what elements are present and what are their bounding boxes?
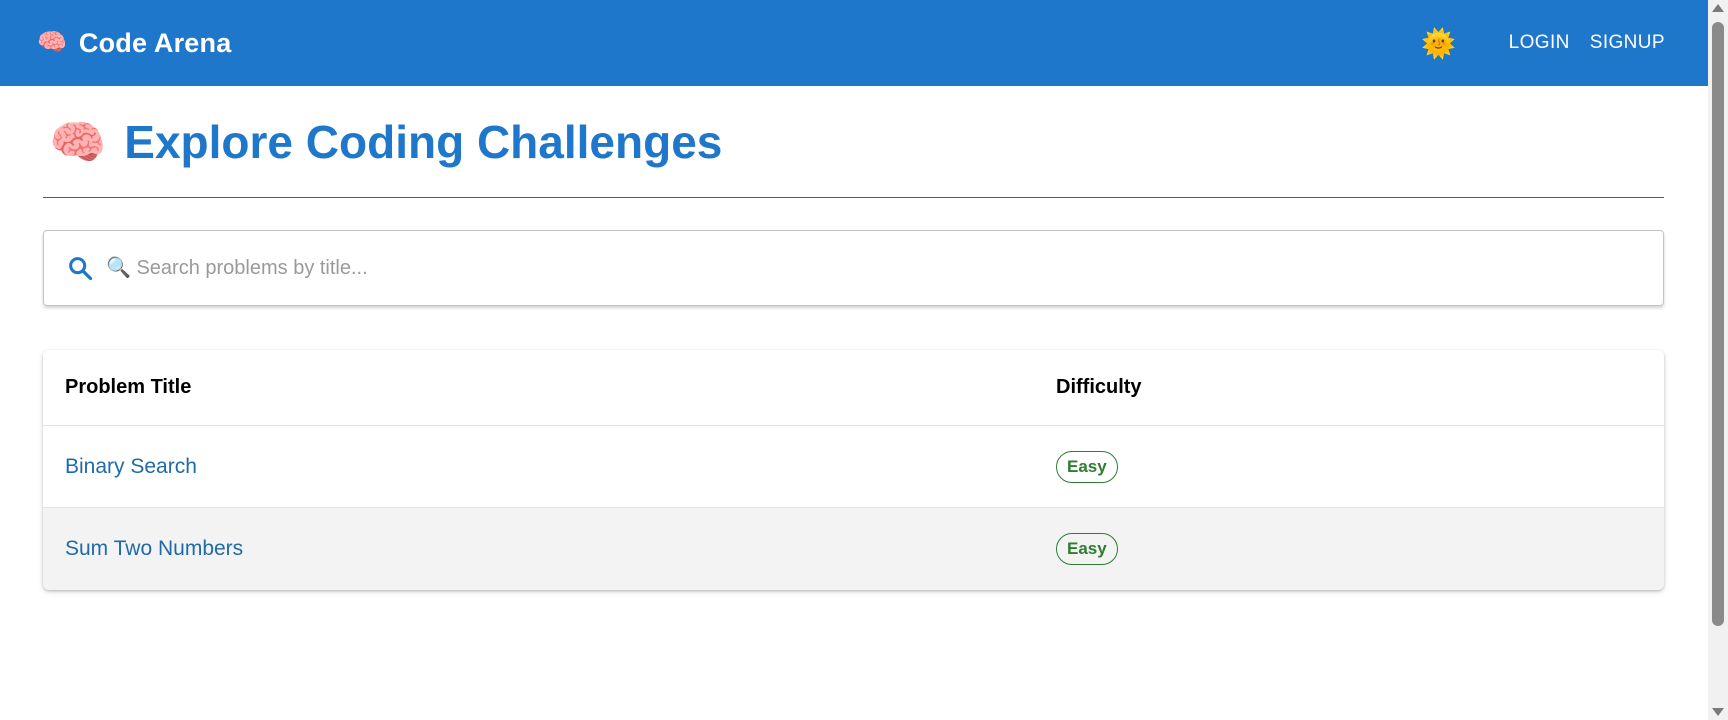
page-heading: Explore Coding Challenges — [124, 115, 723, 168]
table-row[interactable]: Sum Two Numbers Easy — [43, 508, 1664, 590]
problem-link[interactable]: Binary Search — [65, 455, 197, 478]
brain-icon: 🧠 — [49, 115, 107, 168]
search-icon — [69, 257, 93, 281]
column-header-problem-title[interactable]: Problem Title — [43, 376, 1056, 399]
problem-title-cell: Sum Two Numbers — [43, 537, 1056, 561]
table-row[interactable]: Binary Search Easy — [43, 426, 1664, 508]
brand-name: Code Arena — [78, 27, 232, 58]
brain-icon: 🧠 — [37, 29, 67, 56]
theme-toggle-sun-icon[interactable]: 🌞 — [1421, 25, 1457, 61]
scrollbar-thumb[interactable] — [1712, 22, 1724, 626]
login-link[interactable]: LOGIN — [1509, 32, 1570, 54]
brand[interactable]: 🧠 Code Arena — [37, 28, 231, 59]
problem-title-cell: Binary Search — [43, 455, 1056, 479]
search-input[interactable] — [106, 231, 1663, 305]
top-app-bar: 🧠 Code Arena 🌞 LOGIN SIGNUP — [0, 0, 1708, 86]
vertical-scrollbar[interactable] — [1708, 0, 1728, 720]
problem-link[interactable]: Sum Two Numbers — [65, 537, 243, 560]
difficulty-cell: Easy — [1056, 450, 1664, 483]
problems-table: Problem Title Difficulty Binary Search E… — [43, 350, 1664, 590]
page-title: 🧠 Explore Coding Challenges — [43, 86, 1664, 198]
main-content: 🧠 Explore Coding Challenges Problem Titl… — [43, 86, 1664, 590]
column-header-difficulty[interactable]: Difficulty — [1056, 376, 1664, 399]
scroll-up-arrow-icon[interactable] — [1712, 4, 1724, 12]
table-header-row: Problem Title Difficulty — [43, 350, 1664, 426]
difficulty-badge: Easy — [1056, 533, 1118, 565]
signup-link[interactable]: SIGNUP — [1590, 32, 1665, 54]
difficulty-cell: Easy — [1056, 533, 1664, 565]
scroll-down-arrow-icon[interactable] — [1712, 708, 1724, 716]
search-bar[interactable] — [43, 230, 1664, 306]
difficulty-badge: Easy — [1056, 450, 1118, 483]
